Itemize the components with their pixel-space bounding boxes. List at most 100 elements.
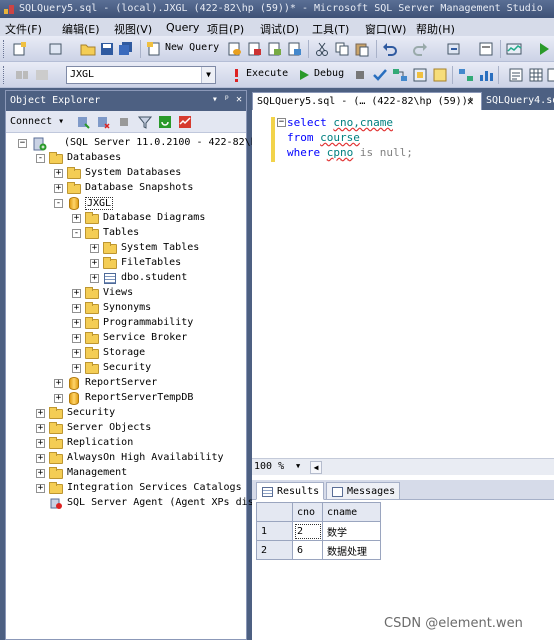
undo-icon[interactable] xyxy=(382,41,398,57)
column-header-cname[interactable]: cname xyxy=(322,502,381,522)
redo-icon[interactable] xyxy=(412,41,428,57)
expand-toggle[interactable]: + xyxy=(36,409,45,418)
cell-cno[interactable]: 6 xyxy=(292,540,323,560)
refresh-icon[interactable] xyxy=(158,115,172,129)
menu-project[interactable]: 项目(P) xyxy=(207,21,244,37)
expand-toggle[interactable]: + xyxy=(36,424,45,433)
connect-icon[interactable] xyxy=(14,67,30,83)
mdx-query-icon[interactable] xyxy=(266,41,282,57)
tab-results[interactable]: Results xyxy=(256,482,325,500)
analysis-query-icon[interactable] xyxy=(246,41,262,57)
expand-toggle[interactable]: + xyxy=(36,439,45,448)
expand-toggle[interactable]: + xyxy=(90,274,99,283)
zoom-select[interactable]: 100 % xyxy=(254,461,302,474)
tab-sqlquery5[interactable]: SQLQuery5.sql - (… (422-82\hp (59))* ✕ xyxy=(252,92,482,110)
expand-toggle[interactable]: + xyxy=(54,379,63,388)
parse-checkmark-icon[interactable] xyxy=(372,67,388,83)
scroll-left-icon[interactable]: ◀ xyxy=(310,461,322,474)
debug-button[interactable]: Debug xyxy=(314,68,344,79)
collapse-toggle[interactable]: - xyxy=(72,229,81,238)
tree-node-server[interactable]: − (SQL Server 11.0.2100 - 422-82\hp xyxy=(18,136,263,151)
execute-button[interactable]: Execute xyxy=(246,68,288,79)
menu-debug[interactable]: 调试(D) xyxy=(260,21,299,37)
panel-pin-close-buttons[interactable]: ▾ ᵖ ✕ xyxy=(212,94,242,105)
display-estimated-plan-icon[interactable] xyxy=(392,67,408,83)
expand-toggle[interactable]: + xyxy=(72,319,81,328)
menu-view[interactable]: 视图(V) xyxy=(114,21,152,37)
activity-monitor-icon[interactable] xyxy=(178,115,192,129)
expand-toggle[interactable]: + xyxy=(36,454,45,463)
stop-icon[interactable] xyxy=(118,116,130,128)
solution-explorer-icon[interactable] xyxy=(478,41,494,57)
client-statistics-icon[interactable] xyxy=(478,67,494,83)
intellisense-icon[interactable] xyxy=(432,67,448,83)
filter-icon[interactable] xyxy=(138,115,152,129)
open-file-icon[interactable] xyxy=(80,41,96,57)
close-icon[interactable]: ✕ xyxy=(467,95,474,108)
new-query-icon[interactable] xyxy=(146,41,162,57)
row-number[interactable]: 1 xyxy=(256,521,293,541)
menu-file[interactable]: 文件(F) xyxy=(5,21,42,37)
connect-server-icon[interactable] xyxy=(76,115,90,129)
cell-cname[interactable]: 数据处理 xyxy=(322,540,381,560)
table-row[interactable]: 2 6 数据处理 xyxy=(256,540,381,560)
activity-monitor-icon[interactable] xyxy=(506,41,522,57)
debug-icon[interactable] xyxy=(296,67,312,83)
save-icon[interactable] xyxy=(99,41,115,57)
expand-toggle[interactable]: + xyxy=(72,364,81,373)
collapse-toggle[interactable]: - xyxy=(36,154,45,163)
column-header-cno[interactable]: cno xyxy=(292,502,323,522)
expand-toggle[interactable]: + xyxy=(72,334,81,343)
include-plan-icon[interactable] xyxy=(458,67,474,83)
toolbar-grip[interactable] xyxy=(3,40,6,58)
disconnect-icon[interactable] xyxy=(96,115,110,129)
expand-toggle[interactable]: + xyxy=(72,349,81,358)
tab-messages[interactable]: Messages xyxy=(326,482,401,500)
expand-toggle[interactable]: + xyxy=(36,484,45,493)
expand-toggle[interactable]: + xyxy=(90,244,99,253)
grid-corner[interactable] xyxy=(256,502,293,522)
menu-help[interactable]: 帮助(H) xyxy=(416,21,455,37)
paste-icon[interactable] xyxy=(354,41,370,57)
expand-toggle[interactable]: + xyxy=(54,184,63,193)
cut-icon[interactable] xyxy=(314,41,330,57)
copy-icon[interactable] xyxy=(334,41,350,57)
collapse-toggle[interactable]: - xyxy=(54,199,63,208)
toolbar-grip[interactable] xyxy=(3,66,6,84)
collapse-toggle[interactable]: − xyxy=(18,139,27,148)
results-to-text-icon[interactable] xyxy=(508,67,524,83)
navigate-icon[interactable] xyxy=(446,41,462,57)
menu-tools[interactable]: 工具(T) xyxy=(312,21,349,37)
chevron-down-icon[interactable]: ▼ xyxy=(201,67,215,83)
connect-dropdown[interactable]: Connect ▾ xyxy=(10,116,64,127)
new-project-icon[interactable] xyxy=(12,41,28,57)
expand-toggle[interactable]: + xyxy=(72,214,81,223)
start-icon[interactable] xyxy=(536,41,552,57)
xmla-query-icon[interactable] xyxy=(286,41,302,57)
new-query-button[interactable]: New Query xyxy=(165,42,219,53)
database-engine-query-icon[interactable] xyxy=(226,41,242,57)
expand-toggle[interactable]: + xyxy=(54,394,63,403)
menu-edit[interactable]: 编辑(E) xyxy=(62,21,100,37)
expand-toggle[interactable]: + xyxy=(72,304,81,313)
execute-icon[interactable] xyxy=(228,67,244,83)
expand-toggle[interactable]: + xyxy=(36,469,45,478)
cell-cno[interactable]: 2 xyxy=(292,521,323,541)
available-databases-select[interactable]: JXGL ▼ xyxy=(66,66,216,84)
menu-window[interactable]: 窗口(W) xyxy=(365,21,406,37)
expand-toggle[interactable]: + xyxy=(90,259,99,268)
code-area[interactable]: − select cno,cname from course where cpn… xyxy=(252,110,554,448)
expand-toggle[interactable]: + xyxy=(54,169,63,178)
outline-collapse-toggle[interactable]: − xyxy=(277,118,286,127)
expand-toggle[interactable]: + xyxy=(72,289,81,298)
chevron-down-icon[interactable]: ▼ xyxy=(296,462,300,470)
add-item-icon[interactable] xyxy=(48,41,64,57)
results-to-grid-icon[interactable] xyxy=(528,67,544,83)
tab-sqlquery4[interactable]: SQLQuery4.sql xyxy=(482,92,554,110)
change-connection-icon[interactable] xyxy=(34,67,50,83)
results-to-file-icon[interactable] xyxy=(546,67,554,83)
cancel-query-icon[interactable] xyxy=(352,67,368,83)
table-row[interactable]: 1 2 数学 xyxy=(256,521,381,541)
save-all-icon[interactable] xyxy=(118,41,134,57)
row-number[interactable]: 2 xyxy=(256,540,293,560)
